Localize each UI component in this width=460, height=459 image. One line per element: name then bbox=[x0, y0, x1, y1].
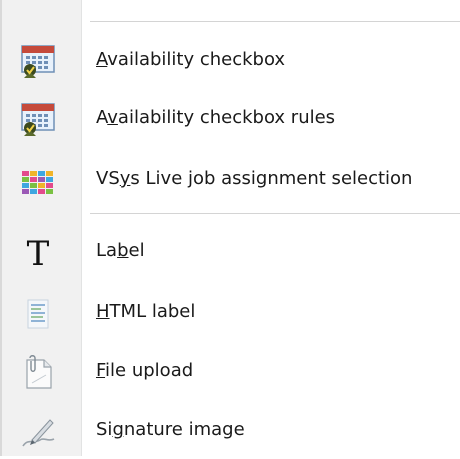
file-upload-icon bbox=[18, 353, 58, 393]
menu-item-label: Availability checkbox bbox=[96, 49, 286, 70]
calendar-icon bbox=[18, 42, 58, 82]
menu-item-label: HTML label bbox=[96, 301, 196, 322]
svg-text:T: T bbox=[27, 234, 50, 273]
menu-item-label: Signature image bbox=[96, 419, 245, 440]
menu-item-availability-checkbox[interactable]: Availability checkbox bbox=[0, 31, 460, 89]
menu-separator bbox=[90, 213, 460, 215]
menu-item-vsys-live-job-assignment[interactable]: VSys Live job assignment selection bbox=[0, 150, 460, 208]
context-menu: Availability checkbox Availability check… bbox=[0, 0, 460, 456]
color-grid-icon bbox=[18, 161, 58, 201]
menu-item-label: VSys Live job assignment selection bbox=[96, 168, 413, 189]
menu-item-label: File upload bbox=[96, 360, 194, 381]
calendar-rules-icon bbox=[18, 100, 58, 140]
menu-item-html-label[interactable]: HTML label bbox=[0, 283, 460, 341]
menu-item-label: Label bbox=[96, 240, 145, 261]
menu-item-signature-image[interactable]: Signature image bbox=[0, 401, 460, 459]
signature-pen-icon bbox=[18, 412, 58, 452]
html-document-icon bbox=[18, 294, 58, 334]
menu-item-label[interactable]: T Label bbox=[0, 222, 460, 280]
menu-item-file-upload[interactable]: File upload bbox=[0, 342, 460, 400]
menu-item-label: Availability checkbox rules bbox=[96, 107, 336, 128]
menu-item-availability-checkbox-rules[interactable]: Availability checkbox rules bbox=[0, 89, 460, 147]
menu-separator bbox=[90, 21, 460, 23]
text-t-icon: T bbox=[18, 233, 58, 274]
